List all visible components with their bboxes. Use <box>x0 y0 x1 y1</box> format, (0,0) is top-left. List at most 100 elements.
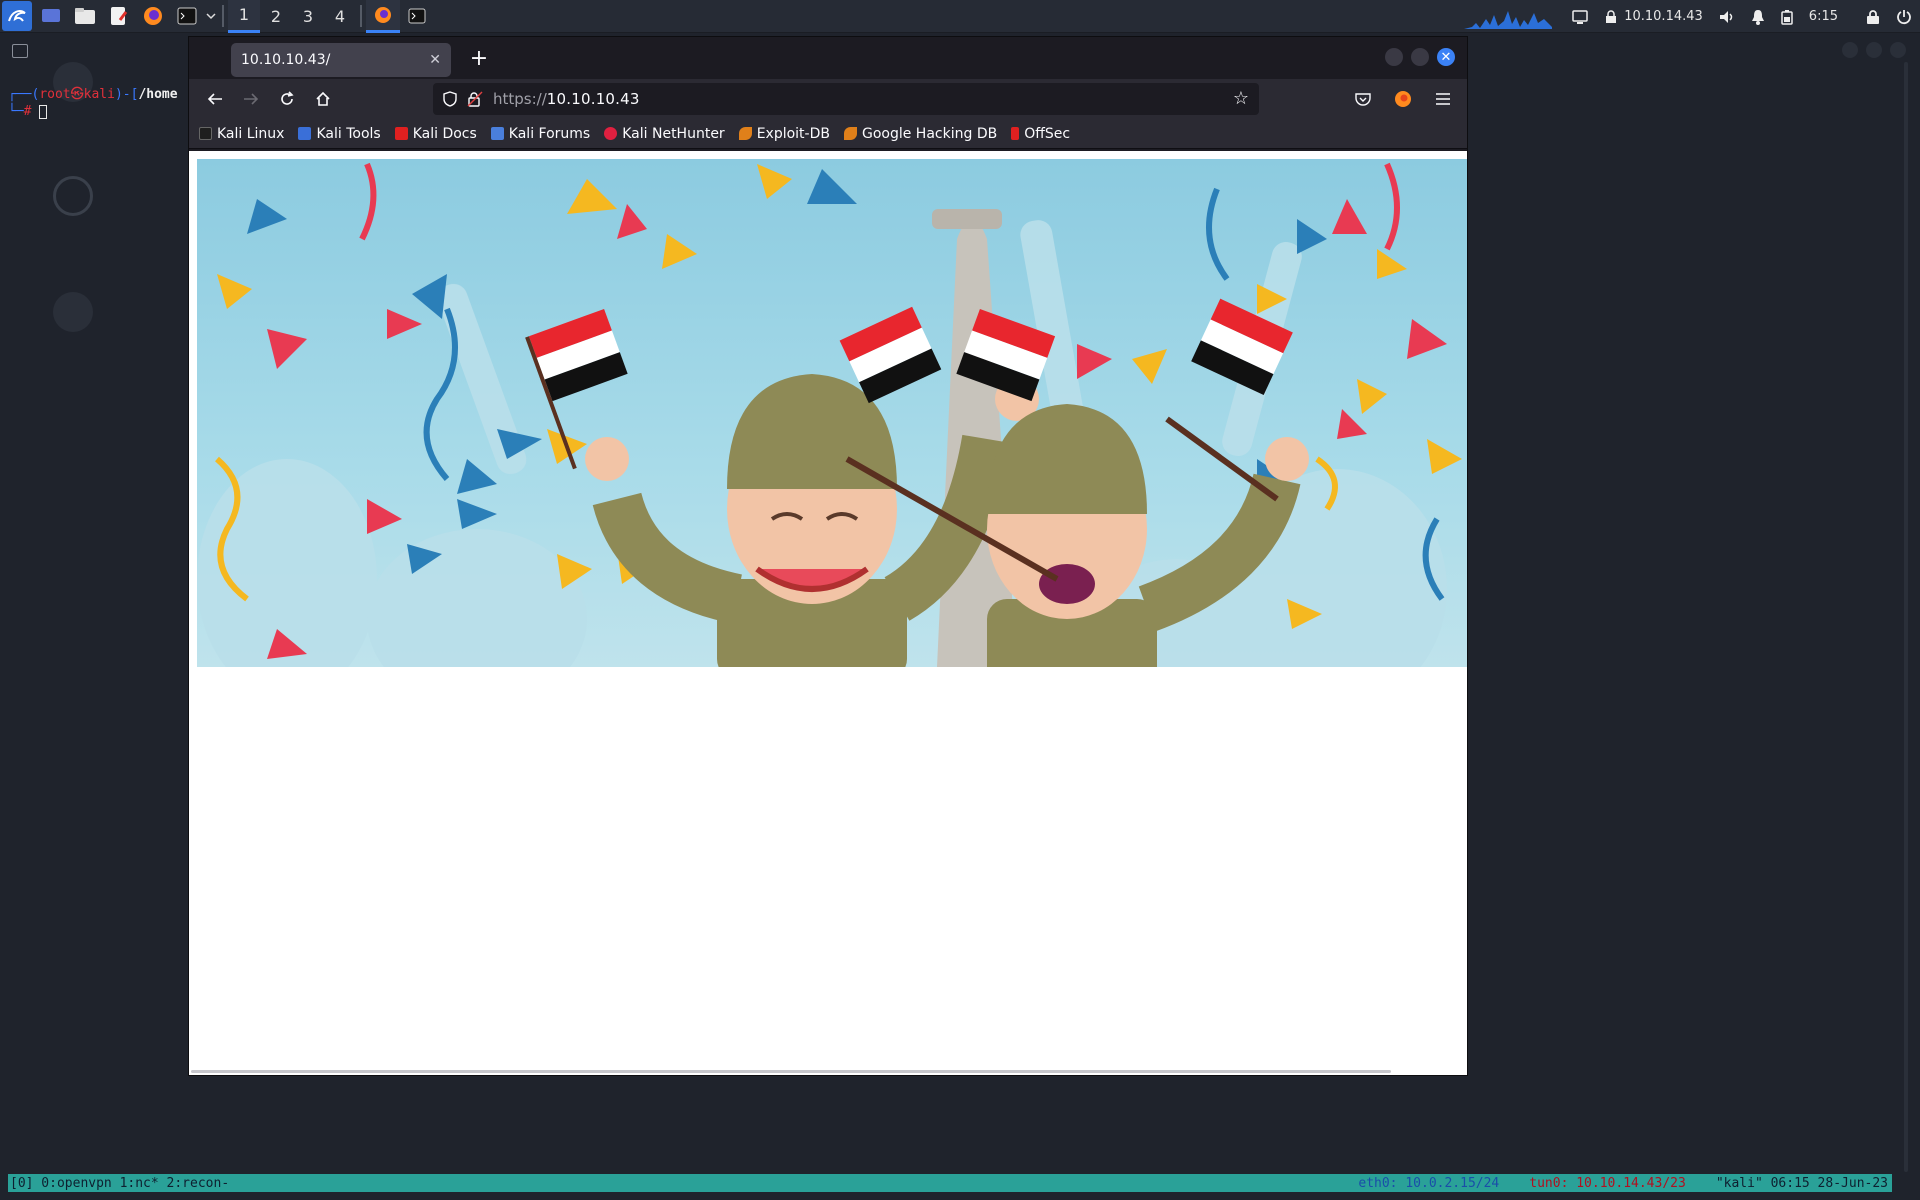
cpu-graph <box>1464 10 1553 29</box>
lock-screen-icon[interactable] <box>1846 0 1888 33</box>
forward-button[interactable] <box>233 83 269 115</box>
toolbar-right <box>1345 83 1461 115</box>
tmux-windows[interactable]: [0] 0:openvpn 1:nc* 2:recon- <box>8 1176 229 1191</box>
horizontal-scrollbar[interactable] <box>191 1070 1391 1073</box>
reload-icon <box>281 91 294 105</box>
kali-tools-icon <box>298 127 312 140</box>
volume-icon[interactable] <box>1711 0 1743 33</box>
notification-bell-icon[interactable] <box>1743 0 1773 33</box>
kali-forums-icon <box>490 127 504 140</box>
bookmark-star-icon[interactable]: ☆ <box>1233 88 1249 109</box>
bookmark-kali-docs[interactable]: Kali Docs <box>394 126 477 142</box>
bookmark-exploit-db[interactable]: Exploit-DB <box>738 126 830 142</box>
workspace-2[interactable]: 2 <box>260 0 292 33</box>
tmux-host-time: "kali" 06:15 28-Jun-23 <box>1715 1175 1888 1191</box>
window-controls: ✕ <box>1385 48 1455 66</box>
vpn-lock-icon <box>1606 9 1617 23</box>
minimize-button[interactable] <box>1385 48 1403 66</box>
power-icon[interactable] <box>1888 0 1920 33</box>
pocket-icon <box>1355 93 1371 106</box>
workspace-1[interactable]: 1 <box>228 0 260 33</box>
vpn-indicator[interactable]: 10.10.14.43 <box>1596 0 1711 33</box>
firefox-window: 10.10.10.43/ ✕ + ✕ https://10.10.10.43 ☆… <box>188 36 1468 1076</box>
firefox-account-button[interactable] <box>1385 83 1421 115</box>
vpn-ip: 10.10.14.43 <box>1624 9 1703 24</box>
panel-separator <box>222 5 224 27</box>
kali-dragon-icon <box>2 1 32 31</box>
kali-linux-icon <box>199 127 212 140</box>
hamburger-menu-icon <box>1436 93 1450 105</box>
terminal-cursor <box>39 104 48 119</box>
workspace-4[interactable]: 4 <box>324 0 356 33</box>
background-terminal-scrollbar[interactable] <box>1904 62 1908 1172</box>
tab-title: 10.10.10.43/ <box>241 52 331 68</box>
pocket-button[interactable] <box>1345 83 1381 115</box>
panel-separator <box>360 5 362 27</box>
kali-menu-button[interactable] <box>0 0 34 33</box>
file-manager-icon[interactable] <box>68 0 102 33</box>
url-text: https://10.10.10.43 <box>493 90 640 108</box>
taskbar-firefox[interactable] <box>366 0 400 33</box>
workspace-3[interactable]: 3 <box>292 0 324 33</box>
top-panel: 1 2 3 4 10.10.14.43 6:15 <box>0 0 1920 33</box>
browser-tab-active[interactable]: 10.10.10.43/ ✕ <box>231 43 451 77</box>
kali-nethunter-icon <box>604 127 618 140</box>
terminal-prompt[interactable]: ┌──(root㉿kali)-[/home └─# <box>8 86 178 120</box>
forward-arrow-icon <box>244 93 259 105</box>
taskbar-terminal[interactable] <box>400 0 434 33</box>
tracking-protection-shield-icon[interactable] <box>443 91 457 107</box>
text-editor-icon[interactable] <box>102 0 136 33</box>
show-desktop-icon[interactable] <box>34 0 68 33</box>
prompt-symbol: # <box>23 104 32 119</box>
home-folder-icon <box>53 292 93 332</box>
prompt-host: kali <box>83 87 115 102</box>
tmux-status-bar: [0] 0:openvpn 1:nc* 2:recon- eth0: 10.0.… <box>8 1174 1892 1192</box>
back-arrow-icon <box>207 93 222 105</box>
bookmark-kali-forums[interactable]: Kali Forums <box>490 126 590 142</box>
hero-image-celebration <box>197 159 1467 667</box>
page-viewport[interactable] <box>189 151 1467 1075</box>
prompt-path: /home <box>138 87 178 102</box>
system-tray: 10.10.14.43 6:15 <box>1464 0 1920 33</box>
hamburger-menu-button[interactable] <box>1425 83 1461 115</box>
desktop-icon-filesystem[interactable] <box>38 176 108 222</box>
battery-icon[interactable] <box>1773 0 1801 33</box>
home-button[interactable] <box>305 83 341 115</box>
background-window-controls <box>1842 42 1906 58</box>
firefox-launcher-icon[interactable] <box>136 0 170 33</box>
prompt-user: root <box>39 87 71 102</box>
back-button[interactable] <box>197 83 233 115</box>
launcher-dropdown-icon[interactable] <box>204 0 218 33</box>
bookmarks-toolbar: Kali Linux Kali Tools Kali Docs Kali For… <box>189 119 1467 149</box>
navigation-toolbar: https://10.10.10.43 ☆ <box>189 79 1467 119</box>
offsec-icon <box>1011 127 1020 140</box>
bookmark-kali-nethunter[interactable]: Kali NetHunter <box>604 126 725 142</box>
terminal-icon <box>408 8 426 24</box>
firefox-icon <box>375 6 391 23</box>
bookmark-kali-tools[interactable]: Kali Tools <box>298 126 381 142</box>
desktop-terminal-icon[interactable] <box>12 44 28 58</box>
url-bar[interactable]: https://10.10.10.43 ☆ <box>433 83 1259 115</box>
tmux-eth0: eth0: 10.0.2.15/24 <box>1358 1175 1500 1191</box>
tmux-tun0: tun0: 10.10.14.43/23 <box>1529 1175 1686 1191</box>
insecure-lock-icon[interactable] <box>467 91 483 107</box>
tab-close-icon[interactable]: ✕ <box>429 52 441 68</box>
reload-button[interactable] <box>269 83 305 115</box>
bookmark-kali-linux[interactable]: Kali Linux <box>199 126 284 142</box>
display-icon[interactable] <box>1564 0 1596 33</box>
desktop-icon-home[interactable] <box>38 292 108 338</box>
google-hacking-db-icon <box>843 127 857 140</box>
new-tab-button[interactable]: + <box>465 46 493 71</box>
bookmark-offsec[interactable]: OffSec <box>1011 126 1070 142</box>
prompt-at: ㉿ <box>70 87 84 102</box>
celebration-illustration <box>197 162 1462 667</box>
tab-bar: 10.10.10.43/ ✕ + ✕ <box>189 37 1467 79</box>
kali-docs-icon <box>394 127 408 140</box>
url-scheme: https:// <box>493 90 547 108</box>
terminal-launcher-icon[interactable] <box>170 0 204 33</box>
bookmark-google-hacking-db[interactable]: Google Hacking DB <box>843 126 997 142</box>
maximize-button[interactable] <box>1411 48 1429 66</box>
clock[interactable]: 6:15 <box>1801 0 1846 33</box>
home-icon <box>316 91 330 106</box>
close-window-button[interactable]: ✕ <box>1437 48 1455 66</box>
